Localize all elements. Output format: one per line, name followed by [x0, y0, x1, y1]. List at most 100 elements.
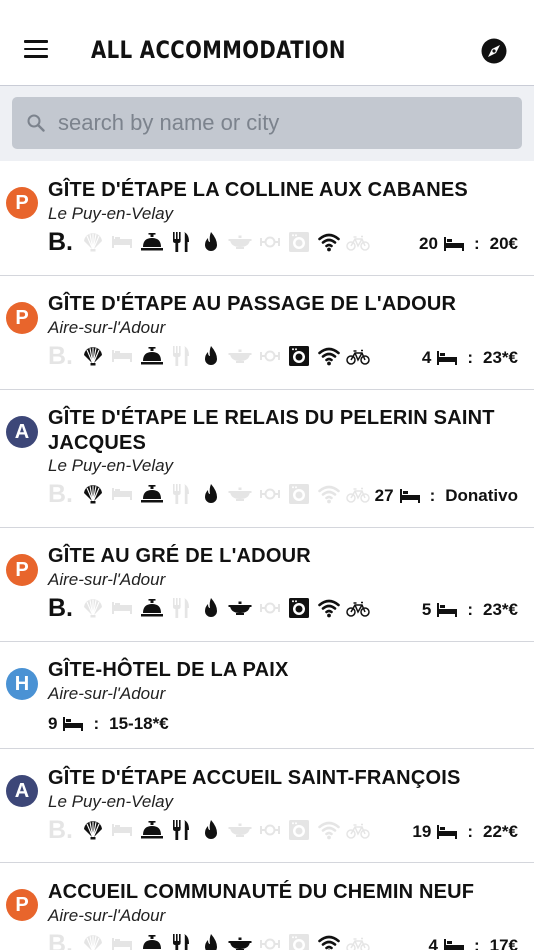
- list-item[interactable]: P GÎTE D'ÉTAPE AU PASSAGE DE L'ADOUR Aire-…: [0, 276, 534, 390]
- shell-icon: [80, 817, 106, 843]
- accommodation-city: Aire-sur-l'Adour: [48, 684, 166, 703]
- accommodation-city: Aire-sur-l'Adour: [48, 570, 166, 589]
- kitchen-icon: [198, 931, 224, 950]
- kitchen-icon: [198, 817, 224, 843]
- list-item[interactable]: P GÎTE D'ÉTAPE LA COLLINE AUX CABANES Le P…: [0, 162, 534, 276]
- separator: :: [467, 822, 474, 841]
- restaurant-icon: [168, 595, 194, 621]
- beds-count: 20: [419, 234, 438, 253]
- price: 17€: [489, 936, 518, 950]
- accommodation-city: Le Puy-en-Velay: [48, 204, 174, 223]
- restaurant-icon: [168, 343, 194, 369]
- bed-icon: [437, 351, 458, 365]
- accommodation-name: GÎTE D'ÉTAPE LA COLLINE AUX CABANES: [48, 179, 468, 201]
- list-item[interactable]: P ACCUEIL COMMUNAUTÉ DU CHEMIN NEUF Aire-s…: [0, 863, 534, 950]
- accommodation-name: GÎTE D'ÉTAPE AU PASSAGE DE L'ADOUR: [48, 293, 457, 315]
- bed-icon: [109, 817, 135, 843]
- beds-price-summary: 4:23*€: [422, 348, 518, 368]
- restaurant-icon: [168, 931, 194, 950]
- price: 22*€: [483, 822, 518, 841]
- washer-icon: [286, 931, 312, 950]
- breakfast-icon: B.: [48, 341, 73, 370]
- shell-icon: [80, 229, 106, 255]
- price: 23*€: [483, 600, 518, 619]
- breakfast-icon: B.: [48, 815, 73, 844]
- category-badge: P: [6, 302, 38, 334]
- wifi-icon: [316, 229, 342, 255]
- accommodation-name: GÎTE AU GRÉ DE L'ADOUR: [48, 545, 311, 567]
- reception-icon: [139, 343, 165, 369]
- menu-icon-bar: [24, 47, 48, 50]
- washer-icon: [286, 343, 312, 369]
- breakfast-icon: B.: [48, 593, 73, 622]
- accommodation-city: Aire-sur-l'Adour: [48, 318, 166, 337]
- price: Donativo: [445, 486, 518, 505]
- bed-icon: [437, 603, 458, 617]
- bed-icon: [109, 931, 135, 950]
- amenity-icons: B.: [48, 480, 375, 508]
- bed-icon: [399, 489, 420, 503]
- price: 20€: [489, 234, 518, 253]
- shell-icon: [80, 481, 106, 507]
- meals-icon: [227, 481, 253, 507]
- kitchen-icon: [198, 229, 224, 255]
- list-item[interactable]: P GÎTE AU GRÉ DE L'ADOUR Aire-sur-l'Adour B…: [0, 528, 534, 642]
- camping-icon: [257, 595, 283, 621]
- page-title: ALL ACCOMMODATION: [91, 36, 346, 64]
- bike-icon: [345, 229, 371, 255]
- separator: :: [429, 486, 436, 505]
- meals-icon: [227, 817, 253, 843]
- shell-icon: [80, 595, 106, 621]
- search-box[interactable]: [12, 97, 522, 149]
- menu-button[interactable]: [24, 40, 48, 60]
- beds-price-summary: 19:22*€: [412, 822, 518, 842]
- beds-price-summary: 9:15-18*€: [48, 714, 169, 734]
- breakfast-icon: B.: [48, 929, 73, 950]
- washer-icon: [286, 595, 312, 621]
- washer-icon: [286, 817, 312, 843]
- reception-icon: [139, 595, 165, 621]
- reception-icon: [139, 817, 165, 843]
- amenity-icons: B.: [48, 342, 375, 370]
- bed-icon: [109, 229, 135, 255]
- list-item[interactable]: A GÎTE D'ÉTAPE LE RELAIS DU PELERIN SAINT…: [0, 390, 534, 528]
- beds-count: 19: [412, 822, 432, 841]
- kitchen-icon: [198, 343, 224, 369]
- amenity-icons: B.: [48, 228, 375, 256]
- restaurant-icon: [168, 481, 194, 507]
- reception-icon: [139, 481, 165, 507]
- search-input[interactable]: [58, 97, 508, 149]
- compass-icon[interactable]: [481, 38, 507, 64]
- bed-icon: [109, 343, 135, 369]
- app-header: ALL ACCOMMODATION: [0, 0, 534, 86]
- category-badge: P: [6, 889, 38, 921]
- bike-icon: [345, 343, 371, 369]
- kitchen-icon: [198, 481, 224, 507]
- category-badge: P: [6, 187, 38, 219]
- accommodation-name: GÎTE D'ÉTAPE ACCUEIL SAINT-FRANÇOIS: [48, 767, 461, 789]
- meals-icon: [227, 229, 253, 255]
- separator: :: [467, 348, 474, 367]
- bed-icon: [109, 595, 135, 621]
- beds-count: 4: [421, 348, 432, 367]
- price: 15-18*€: [109, 714, 169, 733]
- wifi-icon: [316, 817, 342, 843]
- restaurant-icon: [168, 817, 194, 843]
- separator: :: [467, 600, 474, 619]
- beds-count: 4: [428, 936, 438, 950]
- bike-icon: [345, 931, 371, 950]
- menu-icon-bar: [24, 40, 48, 43]
- beds-price-summary: 4:17€: [428, 936, 518, 950]
- camping-icon: [257, 481, 283, 507]
- restaurant-icon: [168, 229, 194, 255]
- bike-icon: [345, 817, 371, 843]
- list-item[interactable]: A GÎTE D'ÉTAPE ACCUEIL SAINT-FRANÇOIS Le P…: [0, 749, 534, 863]
- accommodation-list: P GÎTE D'ÉTAPE LA COLLINE AUX CABANES Le P…: [0, 162, 534, 950]
- accommodation-name: ACCUEIL COMMUNAUTÉ DU CHEMIN NEUF: [48, 881, 475, 903]
- list-item[interactable]: H GÎTE-HÔTEL DE LA PAIX Aire-sur-l'Adour 9:…: [0, 642, 534, 749]
- amenity-icons: B.: [48, 816, 375, 844]
- beds-price-summary: 27: Donativo: [375, 486, 518, 506]
- camping-icon: [257, 229, 283, 255]
- meals-icon: [227, 343, 253, 369]
- category-badge: A: [6, 416, 38, 448]
